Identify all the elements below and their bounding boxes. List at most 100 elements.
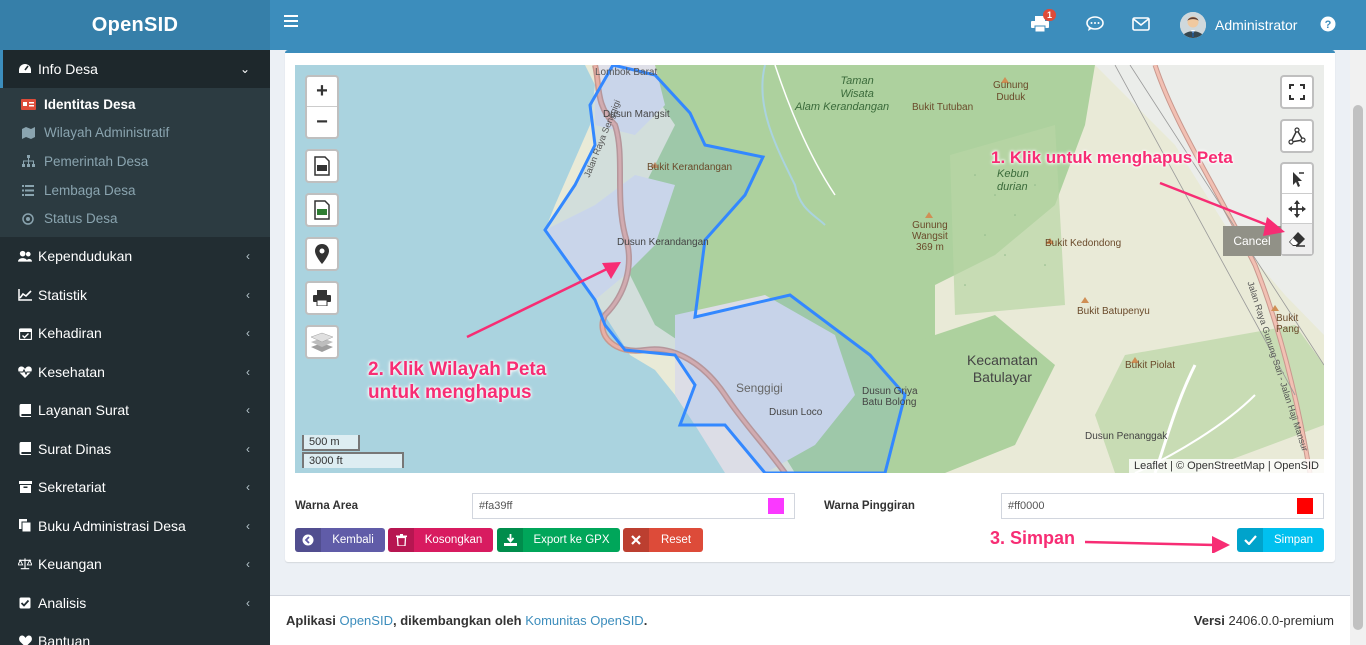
- border-color-label: Warna Pinggiran: [824, 500, 915, 512]
- back-button-label: Kembali: [332, 534, 374, 546]
- sidebar-item-label: Info Desa: [38, 61, 98, 77]
- sidebar-item-label: Layanan Surat: [38, 402, 130, 419]
- sidebar-item-label: Bantuan: [38, 633, 91, 645]
- arrow-circle-left-icon: [295, 528, 321, 552]
- sidebar-item-kependudukan[interactable]: Kependudukan ‹: [0, 237, 270, 276]
- printer-notification-button[interactable]: 1: [1030, 9, 1056, 34]
- footer-credit: Aplikasi OpenSID, dikembangkan oleh Komu…: [286, 613, 647, 628]
- footer: Aplikasi OpenSID, dikembangkan oleh Komu…: [270, 595, 1350, 645]
- footer-app-link[interactable]: OpenSID: [339, 613, 392, 628]
- export-gpx-button[interactable]: Export ke GPX: [497, 528, 620, 552]
- archive-icon: [18, 480, 32, 494]
- reset-button-label: Reset: [660, 534, 692, 546]
- times-icon: [623, 528, 649, 552]
- download-icon: [497, 528, 523, 552]
- sidebar-item-label: Statistik: [38, 286, 88, 303]
- sidebar-item-buku-administrasi-desa[interactable]: Buku Administrasi Desa ‹: [0, 506, 270, 545]
- version-value: 2406.0.0-premium: [1228, 613, 1335, 628]
- sidebar-item-statistik[interactable]: Statistik ‹: [0, 275, 270, 314]
- chevron-left-icon: ‹: [246, 595, 250, 610]
- users-icon: [18, 249, 32, 263]
- app-logo[interactable]: OpenSID: [0, 0, 270, 50]
- clear-button[interactable]: Kosongkan: [388, 528, 493, 552]
- annotation-step3: 3. Simpan: [990, 528, 1076, 548]
- chevron-left-icon: ‹: [246, 249, 250, 264]
- scrollbar-thumb[interactable]: [1353, 105, 1363, 630]
- submenu-info-desa: Identitas Desa Wilayah Administratif Pem…: [0, 88, 270, 237]
- sidebar-item-keuangan[interactable]: Keuangan ‹: [0, 545, 270, 584]
- heart-icon: [18, 634, 32, 645]
- avatar: [1180, 12, 1206, 38]
- check-icon: [1237, 528, 1263, 552]
- sidebar-subitem-pemerintah-desa[interactable]: Pemerintah Desa: [0, 147, 270, 176]
- area-color-picker[interactable]: [757, 493, 795, 519]
- question-circle-icon: ?: [1320, 16, 1336, 32]
- sidebar-subitem-label: Identitas Desa: [44, 96, 136, 112]
- sidebar-item-label: Kesehatan: [38, 363, 105, 380]
- sidebar-item-sekretariat[interactable]: Sekretariat ‹: [0, 468, 270, 507]
- back-button[interactable]: Kembali: [295, 528, 385, 552]
- area-color-label: Warna Area: [295, 500, 359, 512]
- comments-button[interactable]: [1085, 14, 1105, 34]
- sidebar-item-layanan-surat[interactable]: Layanan Surat ‹: [0, 391, 270, 430]
- save-button[interactable]: Simpan: [1237, 528, 1324, 552]
- clear-button-label: Kosongkan: [424, 534, 483, 546]
- sidebar-item-label: Analisis: [38, 594, 87, 611]
- heartbeat-icon: [18, 365, 32, 379]
- map-container[interactable]: Lombok Barat Taman Wisata Alam Kerandangan…: [295, 65, 1324, 473]
- area-color-input[interactable]: [472, 493, 759, 519]
- chevron-left-icon: ‹: [246, 518, 250, 533]
- chevron-down-icon: ⌄: [239, 62, 250, 76]
- envelope-icon: [1132, 17, 1150, 31]
- trash-icon: [388, 528, 414, 552]
- help-button[interactable]: ?: [1318, 14, 1338, 34]
- sidebar-item-analisis[interactable]: Analisis ‹: [0, 583, 270, 622]
- map-icon: [20, 126, 36, 139]
- svg-text:?: ?: [1325, 19, 1332, 31]
- chevron-left-icon: ‹: [246, 441, 250, 456]
- sitemap-icon: [20, 155, 36, 168]
- sidebar-subitem-lembaga-desa[interactable]: Lembaga Desa: [0, 176, 270, 205]
- reset-button[interactable]: Reset: [623, 528, 703, 552]
- chevron-left-icon: ‹: [246, 287, 250, 302]
- user-menu[interactable]: Administrator: [1180, 11, 1297, 39]
- version-label: Versi: [1193, 613, 1225, 628]
- sidebar-item-kesehatan[interactable]: Kesehatan ‹: [0, 352, 270, 391]
- sidebar-item-info-desa[interactable]: Info Desa ⌄: [0, 50, 270, 88]
- footer-middle: , dikembangkan oleh: [392, 613, 522, 628]
- sidebar-item-label: Surat Dinas: [38, 440, 112, 457]
- footer-suffix: .: [643, 613, 648, 628]
- app-root: OpenSID Info Desa ⌄ Identitas Desa Wilay…: [0, 0, 1366, 645]
- comment-icon: [1086, 16, 1104, 31]
- sidebar-subitem-label: Status Desa: [44, 211, 118, 227]
- book-icon: [18, 403, 32, 417]
- id-card-icon: [20, 98, 36, 110]
- footer-community-link[interactable]: Komunitas OpenSID: [525, 613, 644, 628]
- sidebar-item-label: Sekretariat: [38, 479, 106, 496]
- balance-scale-icon: [18, 557, 32, 571]
- border-color-picker[interactable]: [1286, 493, 1324, 519]
- annotation-arrows: [466, 181, 1285, 339]
- sidebar-toggle-icon[interactable]: [284, 15, 298, 29]
- page-scrollbar[interactable]: [1350, 50, 1366, 645]
- sidebar-item-kehadiran[interactable]: Kehadiran ‹: [0, 314, 270, 353]
- messages-button[interactable]: [1131, 14, 1151, 34]
- border-color-input[interactable]: [1001, 493, 1288, 519]
- annotation-step2: 2. Klik Wilayah Peta untuk menghapus: [368, 359, 547, 403]
- sidebar-subitem-status-desa[interactable]: Status Desa: [0, 204, 270, 233]
- chevron-left-icon: ‹: [246, 480, 250, 495]
- border-color-swatch: [1296, 498, 1313, 514]
- chevron-left-icon: ‹: [246, 557, 250, 572]
- book-icon: [18, 442, 32, 456]
- export-gpx-button-label: Export ke GPX: [533, 534, 610, 546]
- user-name: Administrator: [1215, 17, 1298, 33]
- sidebar-item-bantuan[interactable]: Bantuan: [0, 622, 270, 645]
- map-box: Lombok Barat Taman Wisata Alam Kerandangan…: [285, 50, 1335, 562]
- footer-prefix: Aplikasi: [286, 613, 336, 628]
- copy-icon: [18, 519, 32, 533]
- sidebar-subitem-wilayah-administratif[interactable]: Wilayah Administratif: [0, 119, 270, 148]
- sidebar-item-surat-dinas[interactable]: Surat Dinas ‹: [0, 429, 270, 468]
- sidebar-subitem-identitas-desa[interactable]: Identitas Desa: [0, 90, 270, 119]
- chevron-left-icon: ‹: [246, 403, 250, 418]
- sidebar-item-label: Kependudukan: [38, 248, 133, 265]
